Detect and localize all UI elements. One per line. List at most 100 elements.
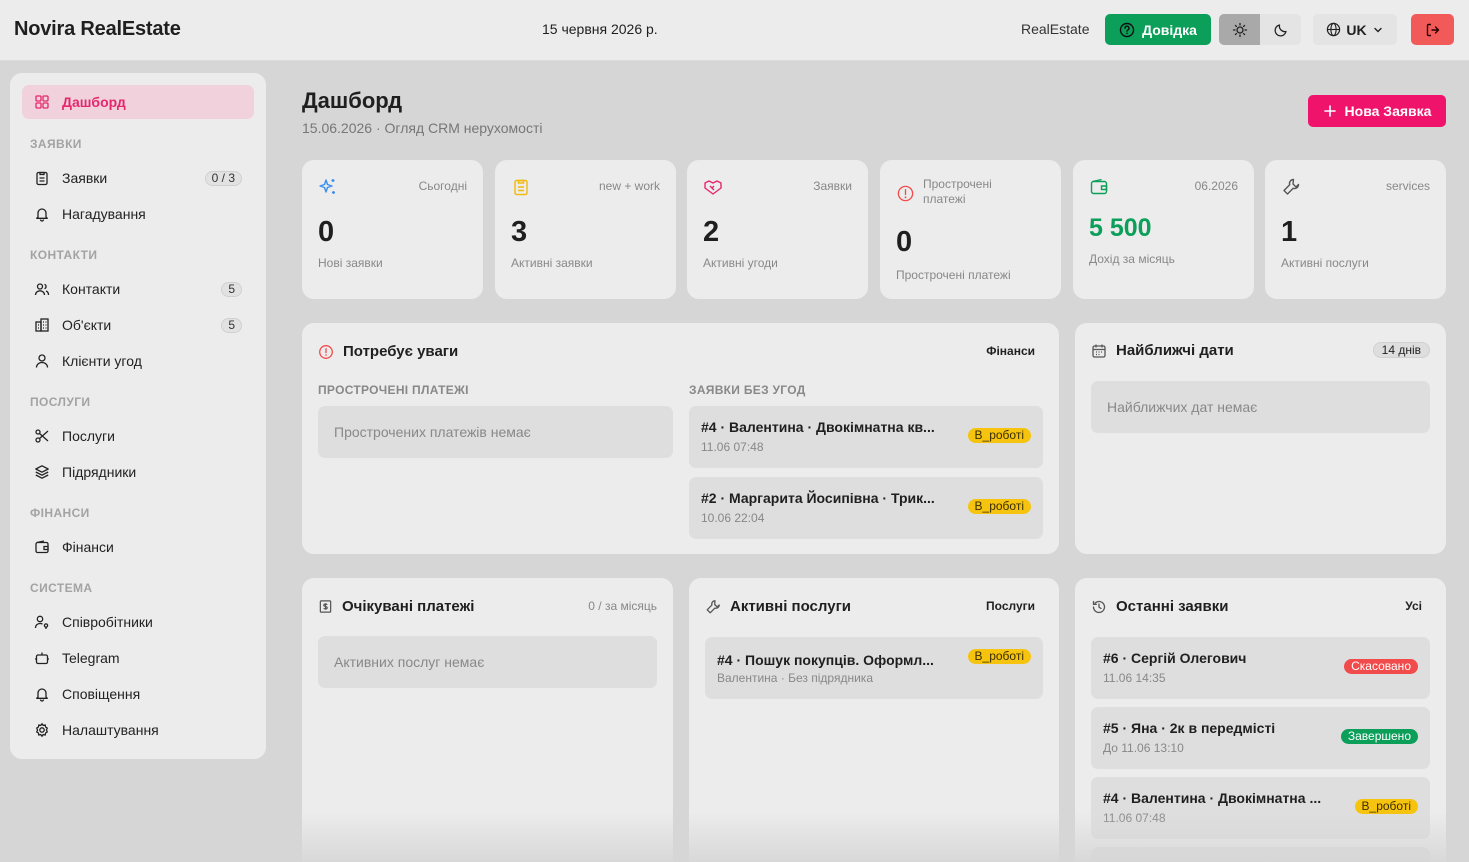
sidebar-item-label: Співробітники <box>62 614 153 630</box>
sidebar-item-requests[interactable]: Заявки 0 / 3 <box>22 161 254 195</box>
item-title: #4 · Валентина · Двокімнатна ... <box>1103 790 1322 806</box>
language-selector[interactable]: UK <box>1313 14 1397 45</box>
sidebar-item-finance[interactable]: Фінанси <box>22 530 254 564</box>
no-deal-heading: ЗАЯВКИ БЕЗ УГОД <box>689 383 806 397</box>
stat-label: Активні заявки <box>511 256 593 270</box>
moon-icon <box>1273 23 1287 37</box>
all-requests-link[interactable]: Усі <box>1405 599 1422 613</box>
stat-tag: new + work <box>598 179 660 193</box>
list-item[interactable]: #5 · Яна · 2к в передмісті До 11.06 13:1… <box>1091 707 1430 769</box>
list-item[interactable]: #4 · Валентина · Двокімнатна ... 11.06 0… <box>1091 777 1430 839</box>
new-request-label: Нова Заявка <box>1344 103 1432 119</box>
stat-card-overdue-payments[interactable]: Прострочені платежі 0 Прострочені платеж… <box>880 160 1061 299</box>
overdue-empty-state: Прострочених платежів немає <box>318 406 673 458</box>
scissors-icon <box>35 429 49 443</box>
alert-circle-icon <box>896 184 915 203</box>
brand-logo[interactable]: Novira RealEstate <box>14 18 181 41</box>
light-theme-button[interactable] <box>1219 14 1260 45</box>
list-item[interactable] <box>1091 847 1430 862</box>
section-label-requests: ЗАЯВКИ <box>30 137 82 151</box>
finance-link[interactable]: Фінанси <box>986 344 1035 358</box>
stat-card-active-requests[interactable]: new + work 3 Активні заявки <box>495 160 676 299</box>
stat-tag: 06.2026 <box>1194 179 1238 193</box>
stat-card-active-services[interactable]: services 1 Активні послуги <box>1265 160 1446 299</box>
new-request-button[interactable]: Нова Заявка <box>1308 95 1446 127</box>
sidebar-item-properties[interactable]: Об'єкти 5 <box>22 308 254 342</box>
sidebar-item-label: Клієнти угод <box>62 353 142 369</box>
sun-icon <box>1232 22 1247 37</box>
sidebar-item-telegram[interactable]: Telegram <box>22 641 254 675</box>
item-date: До 11.06 13:10 <box>1103 741 1184 755</box>
current-date: 15 червня 2026 р. <box>542 21 658 37</box>
stat-label: Дохід за місяць <box>1089 252 1175 266</box>
item-date: 11.06 14:35 <box>1103 671 1166 685</box>
building-icon <box>35 318 49 332</box>
stat-value: 0 <box>318 216 335 248</box>
wallet-icon <box>35 540 49 554</box>
services-link[interactable]: Послуги <box>986 599 1035 613</box>
users-icon <box>34 283 50 296</box>
panel-title: Очікувані платежі <box>318 598 474 615</box>
clipboard-icon <box>511 177 531 197</box>
sidebar-item-label: Послуги <box>62 428 115 444</box>
sidebar-item-label: Фінанси <box>62 539 114 555</box>
bell-icon <box>36 688 48 702</box>
sidebar-item-deal-clients[interactable]: Клієнти угод <box>22 344 254 378</box>
dark-theme-button[interactable] <box>1260 14 1301 45</box>
history-icon <box>1092 600 1106 613</box>
sidebar-item-label: Сповіщення <box>62 686 141 702</box>
item-title: #6 · Сергій Олегович <box>1103 650 1247 666</box>
status-badge: В_роботі <box>967 649 1031 664</box>
stat-tag: Прострочені платежі <box>923 177 992 206</box>
sidebar-item-reminders[interactable]: Нагадування <box>22 197 254 231</box>
user-icon <box>35 354 49 368</box>
bot-icon <box>35 652 49 665</box>
chevron-down-icon <box>1373 27 1382 32</box>
receipt-icon <box>319 600 332 613</box>
sidebar-item-label: Дашборд <box>62 94 126 110</box>
section-label-services: ПОСЛУГИ <box>30 395 91 409</box>
sidebar-item-services[interactable]: Послуги <box>22 419 254 453</box>
sidebar: Дашборд ЗАЯВКИ Заявки 0 / 3 Нагадування … <box>10 73 266 759</box>
help-button[interactable]: Довідка <box>1105 14 1211 45</box>
status-badge: Скасовано <box>1344 659 1418 674</box>
panel-title: Найближчі дати <box>1091 342 1234 359</box>
sidebar-item-notifications[interactable]: Сповіщення <box>22 677 254 711</box>
stat-tag: services <box>1385 179 1430 193</box>
sidebar-item-settings[interactable]: Налаштування <box>22 713 254 747</box>
bell-icon <box>36 208 48 222</box>
sidebar-item-label: Контакти <box>62 281 121 297</box>
stat-value: 3 <box>511 216 528 248</box>
sidebar-item-employees[interactable]: Співробітники <box>22 605 254 639</box>
stat-card-monthly-income[interactable]: 06.2026 5 500 Дохід за місяць <box>1073 160 1254 299</box>
payments-note: 0 / за місяць <box>588 599 657 613</box>
status-badge: В_роботі <box>1354 799 1418 814</box>
payments-empty-state: Активних послуг немає <box>318 636 657 688</box>
logout-button[interactable] <box>1411 14 1454 45</box>
grid-icon <box>35 95 49 109</box>
logout-icon <box>1426 23 1439 36</box>
realestate-link[interactable]: RealEstate <box>1021 21 1089 37</box>
sidebar-item-label: Підрядники <box>62 464 137 480</box>
gear-icon <box>35 722 49 738</box>
item-title: #2 · Маргарита Йосипівна · Трик... <box>701 490 935 506</box>
sidebar-item-contractors[interactable]: Підрядники <box>22 455 254 489</box>
properties-count-badge: 5 <box>221 318 242 333</box>
stat-card-new-requests[interactable]: Сьогодні 0 Нові заявки <box>302 160 483 299</box>
clipboard-icon <box>36 171 48 186</box>
wrench-icon <box>1281 177 1301 197</box>
stat-tag: Заявки <box>813 179 852 193</box>
sidebar-item-label: Заявки <box>62 170 108 186</box>
stat-card-active-deals[interactable]: Заявки 2 Активні угоди <box>687 160 868 299</box>
sidebar-item-contacts[interactable]: Контакти 5 <box>22 272 254 306</box>
list-item[interactable]: #6 · Сергій Олегович 11.06 14:35 Скасова… <box>1091 637 1430 699</box>
item-date: 11.06 07:48 <box>701 440 764 454</box>
stat-tag: Сьогодні <box>418 179 467 193</box>
sidebar-item-dashboard[interactable]: Дашборд <box>22 85 254 119</box>
list-item[interactable]: #4 · Валентина · Двокімнатна кв... 11.06… <box>689 406 1043 468</box>
wrench-icon <box>706 599 720 613</box>
active-services-panel: Активні послуги Послуги #4 · Пошук покуп… <box>689 578 1059 862</box>
top-bar: Novira RealEstate 15 червня 2026 р. Real… <box>0 0 1469 61</box>
list-item[interactable]: #4 · Пошук покупців. Оформл... Валентина… <box>705 637 1043 699</box>
list-item[interactable]: #2 · Маргарита Йосипівна · Трик... 10.06… <box>689 477 1043 539</box>
